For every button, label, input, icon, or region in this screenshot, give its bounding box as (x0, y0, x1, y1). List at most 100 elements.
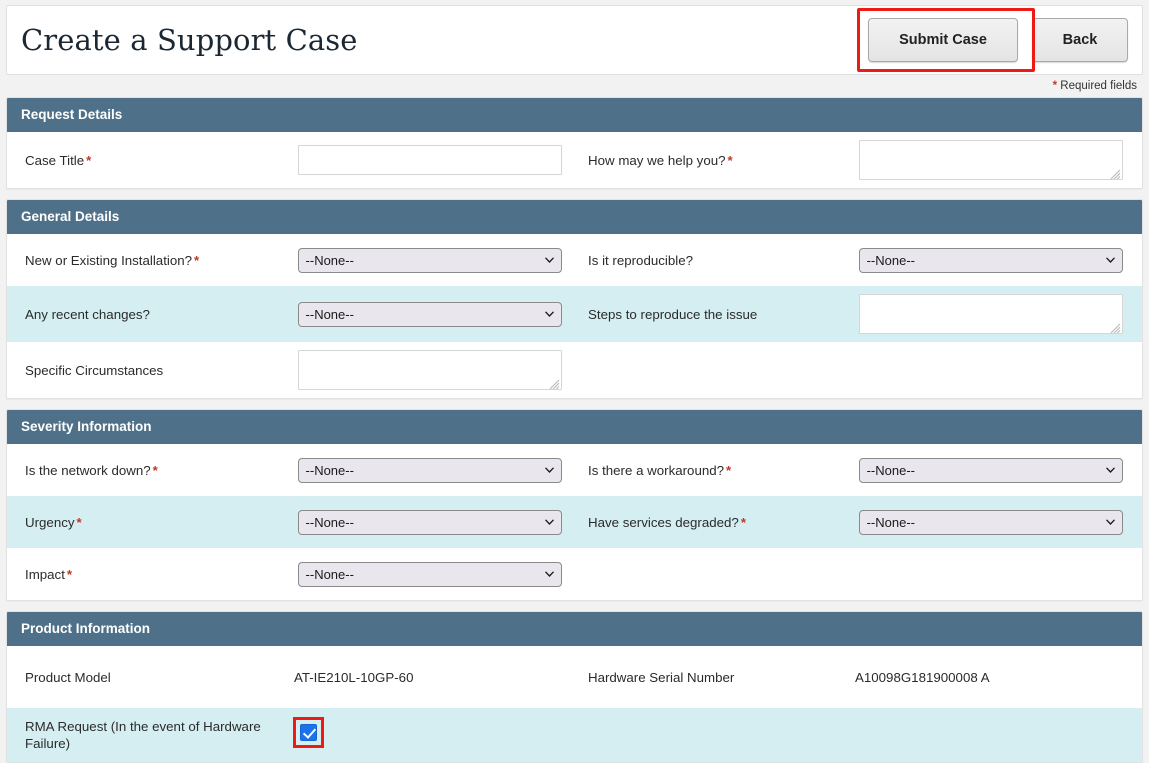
left-impact-select[interactable]: --None-- (297, 561, 562, 587)
right-is-there-a-workaround-label: Is there a workaround? * (575, 444, 859, 496)
right-field-cell: --None-- (858, 234, 1142, 286)
form-row: Impact * --None-- (7, 548, 1142, 600)
left-field-cell (297, 132, 576, 188)
right-empty-label-cell (575, 708, 859, 762)
section-severity-information-header: Severity Information (7, 410, 1142, 444)
left-field-cell: --None-- (297, 548, 576, 600)
right-hardware-serial-number-label: Hardware Serial Number (575, 646, 855, 708)
left-product-model-label: Product Model (7, 646, 294, 708)
right-is-it-reproducible-select[interactable]: --None-- (858, 247, 1123, 273)
right-have-services-degraded-select-wrap: --None-- (858, 509, 1123, 535)
left-field-cell (297, 342, 576, 398)
left-urgency-select[interactable]: --None-- (297, 509, 562, 535)
required-asterisk-icon: * (726, 462, 732, 478)
header-actions: Submit Case Back (857, 8, 1128, 72)
page-title: Create a Support Case (21, 23, 358, 57)
left-field-cell: --None-- (297, 496, 576, 548)
form-row: New or Existing Installation? * --None-- Is… (7, 234, 1142, 286)
required-asterisk-icon: * (727, 152, 733, 168)
field-label-text: New or Existing Installation? (25, 252, 193, 268)
required-asterisk-icon: * (86, 152, 92, 168)
left-rma-request-in-the-event-of-hardware-failure-label: RMA Request (In the event of Hardware Fa… (7, 708, 298, 762)
field-label-text: Case Title (25, 152, 85, 168)
field-label-text: Any recent changes? (25, 306, 150, 322)
form-row: Product Model AT-IE210L-10GP-60 Hardware S… (7, 646, 1142, 708)
section-severity-information: Severity Information Is the network down?… (6, 409, 1143, 601)
right-how-may-we-help-you-textarea[interactable] (858, 140, 1123, 180)
field-label-text: Impact (25, 566, 65, 582)
back-button[interactable]: Back (1032, 18, 1128, 62)
left-specific-circumstances-textarea-wrap (297, 350, 562, 390)
right-field-cell (859, 548, 1142, 600)
section-product-information-header: Product Information (7, 612, 1142, 646)
form-row: RMA Request (In the event of Hardware Fa… (7, 708, 1142, 762)
left-case-title-input[interactable] (297, 145, 562, 175)
form-sections: Request Details Case Title * How may we hel… (6, 97, 1143, 763)
left-urgency-select-wrap: --None-- (297, 509, 562, 535)
right-how-may-we-help-you-label: How may we help you? * (575, 132, 859, 188)
left-is-the-network-down-select-wrap: --None-- (297, 457, 562, 483)
left-new-or-existing-installation-select-wrap: --None-- (297, 247, 562, 273)
section-general-details: General Details New or Existing Installat… (6, 199, 1143, 399)
right-have-services-degraded-select[interactable]: --None-- (858, 509, 1123, 535)
required-asterisk-icon: * (1052, 80, 1058, 92)
form-row: Case Title * How may we help you? * (7, 132, 1142, 188)
right-is-it-reproducible-select-wrap: --None-- (858, 247, 1123, 273)
right-is-there-a-workaround-select[interactable]: --None-- (858, 457, 1123, 483)
left-field-cell (292, 708, 576, 762)
left-urgency-label: Urgency * (7, 496, 298, 548)
section-general-details-header: General Details (7, 200, 1142, 234)
left-impact-label: Impact * (7, 548, 298, 600)
field-label-text: Steps to reproduce the issue (588, 306, 758, 322)
form-row: Is the network down? * --None-- Is there a … (7, 444, 1142, 496)
left-field-cell: --None-- (297, 444, 576, 496)
required-asterisk-icon: * (152, 462, 158, 478)
right-steps-to-reproduce-the-issue-textarea-wrap (858, 294, 1123, 334)
right-steps-to-reproduce-the-issue-label: Steps to reproduce the issue (575, 286, 859, 342)
right-empty-label-cell (575, 342, 859, 398)
left-any-recent-changes-select-wrap: --None-- (297, 301, 562, 327)
required-fields-note: * Required fields (6, 75, 1143, 97)
form-row: Specific Circumstances (7, 342, 1142, 398)
section-product-information-body: Product Model AT-IE210L-10GP-60 Hardware S… (7, 646, 1142, 762)
right-field-cell: --None-- (858, 496, 1142, 548)
rma-request-checkbox[interactable] (299, 724, 317, 741)
required-fields-label: Required fields (1060, 80, 1137, 92)
left-field-cell: --None-- (297, 234, 576, 286)
submit-case-button[interactable]: Submit Case (868, 18, 1018, 62)
field-label-text: How may we help you? (588, 152, 726, 168)
field-label-text: Urgency (25, 514, 75, 530)
left-field-cell: AT-IE210L-10GP-60 (294, 646, 575, 708)
right-steps-to-reproduce-the-issue-textarea[interactable] (858, 294, 1123, 334)
field-label-text: Hardware Serial Number (587, 669, 735, 685)
field-label-text: Is there a workaround? (588, 462, 725, 478)
left-any-recent-changes-select[interactable]: --None-- (297, 301, 562, 327)
field-label-text: Is the network down? (25, 462, 151, 478)
left-impact-select-wrap: --None-- (297, 561, 562, 587)
form-row: Urgency * --None-- Have services degraded? *… (7, 496, 1142, 548)
form-row: Any recent changes? --None-- Steps to repr… (7, 286, 1142, 342)
section-general-details-body: New or Existing Installation? * --None-- Is… (7, 234, 1142, 398)
left-specific-circumstances-textarea[interactable] (297, 350, 562, 390)
section-request-details-body: Case Title * How may we help you? * (7, 132, 1142, 188)
right-field-cell: --None-- (858, 444, 1142, 496)
required-asterisk-icon: * (66, 566, 73, 582)
right-hardware-serial-number-value: A10098G181900008 A (855, 669, 990, 685)
right-is-it-reproducible-label: Is it reproducible? (575, 234, 859, 286)
support-case-page: Create a Support Case Submit Case Back *… (0, 5, 1149, 763)
page-header-bar: Create a Support Case Submit Case Back (6, 5, 1143, 75)
left-specific-circumstances-label: Specific Circumstances (7, 342, 298, 398)
right-field-cell (858, 286, 1142, 342)
left-field-cell: --None-- (297, 286, 576, 342)
right-field-cell (859, 342, 1142, 398)
section-request-details: Request Details Case Title * How may we hel… (6, 97, 1143, 189)
section-request-details-header: Request Details (7, 98, 1142, 132)
left-is-the-network-down-select[interactable]: --None-- (297, 457, 562, 483)
field-label-text: RMA Request (In the event of Hardware Fa… (25, 719, 261, 751)
required-asterisk-icon: * (76, 514, 82, 530)
section-product-information: Product Information Product Model AT-IE210… (6, 611, 1143, 763)
required-asterisk-icon: * (194, 252, 200, 268)
rma-request-checkbox-wrap (292, 717, 324, 748)
left-new-or-existing-installation-select[interactable]: --None-- (297, 247, 562, 273)
left-is-the-network-down-label: Is the network down? * (7, 444, 298, 496)
